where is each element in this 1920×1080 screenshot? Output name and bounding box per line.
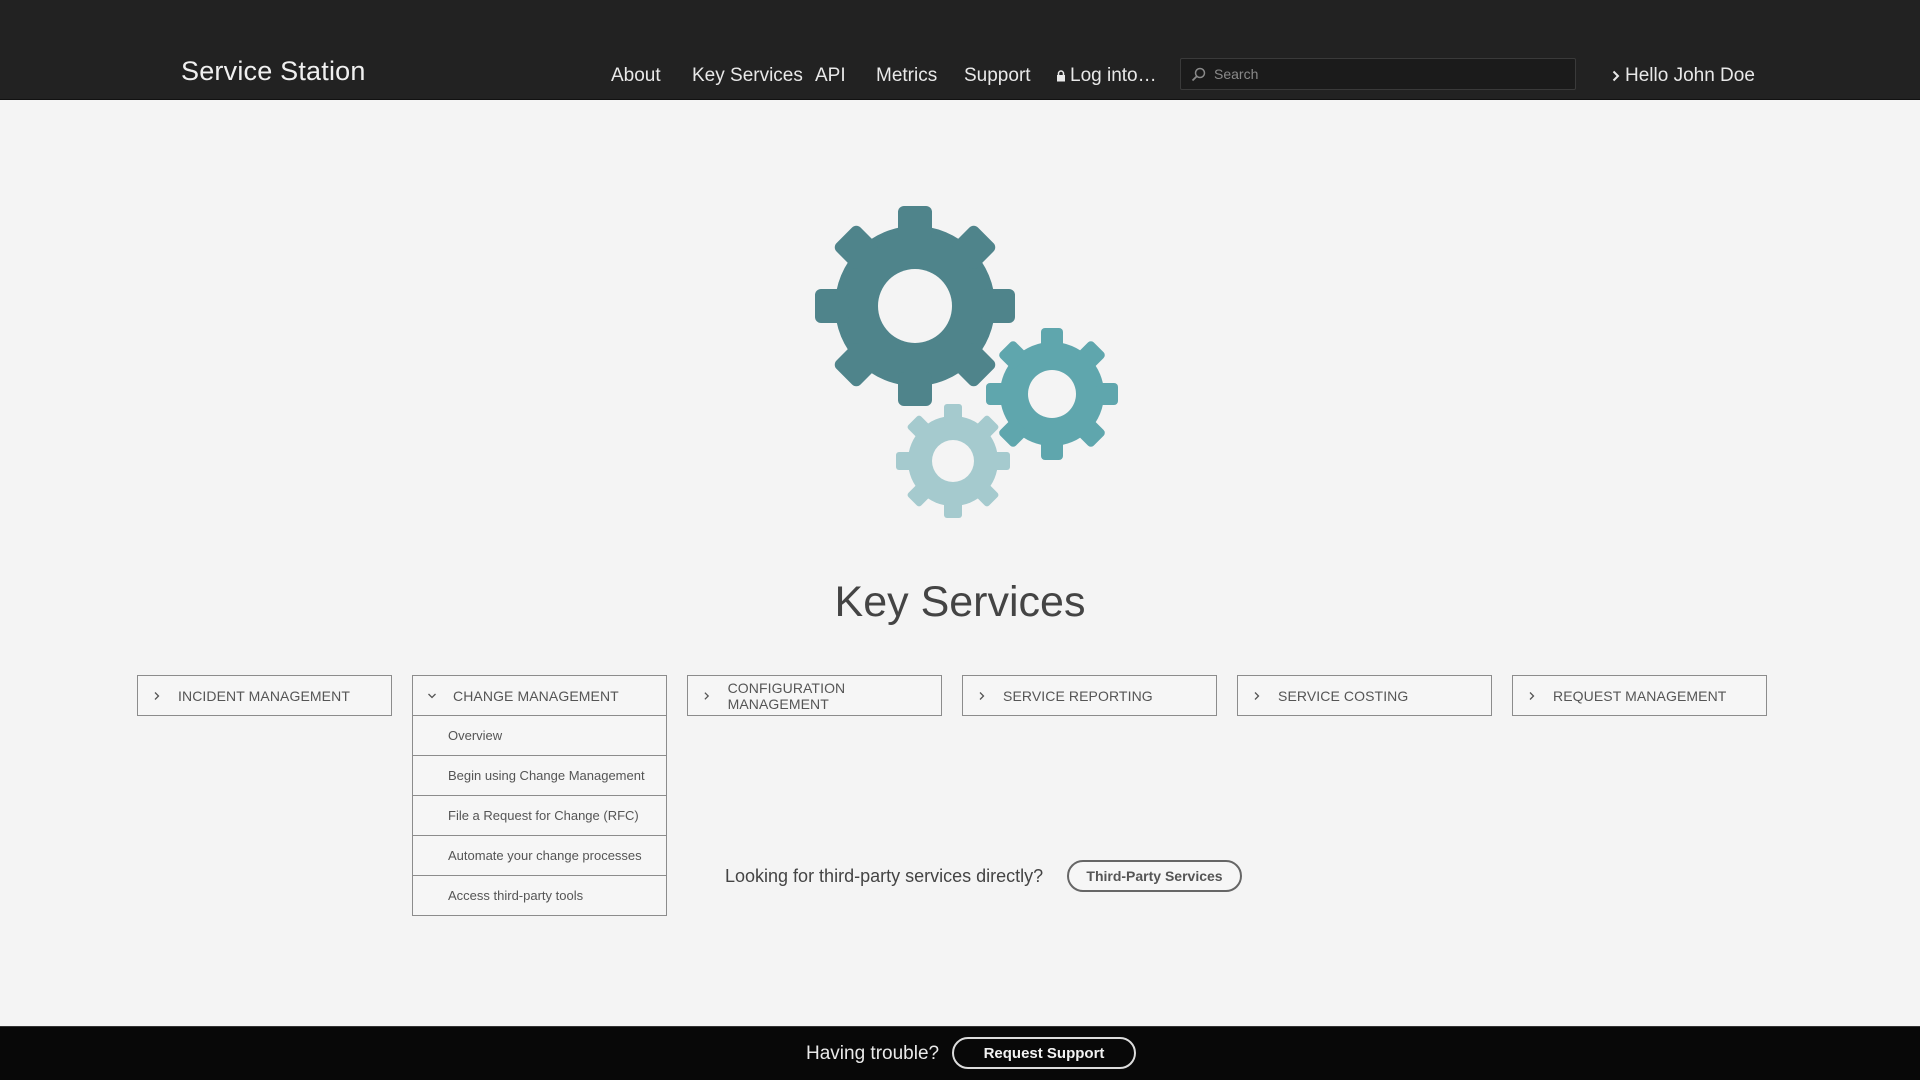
accordion-header[interactable]: INCIDENT MANAGEMENT <box>137 675 392 716</box>
nav-support[interactable]: Support <box>964 65 1031 87</box>
lock-icon <box>1057 70 1065 82</box>
nav-login-label: Log into… <box>1070 65 1157 86</box>
accordion-change-management: CHANGE MANAGEMENT Overview Begin using C… <box>412 675 667 916</box>
large-gear-icon <box>815 206 1015 406</box>
accordion-header[interactable]: CONFIGURATION MANAGEMENT <box>687 675 942 716</box>
accordion-label: SERVICE COSTING <box>1278 687 1409 704</box>
accordion-item-third-party-tools[interactable]: Access third-party tools <box>412 876 667 916</box>
request-support-button[interactable]: Request Support <box>952 1037 1136 1069</box>
search-icon <box>1191 67 1206 81</box>
accordion-label: INCIDENT MANAGEMENT <box>178 687 350 704</box>
user-greeting: Hello John Doe <box>1625 65 1755 86</box>
chevron-right-icon <box>1612 70 1620 82</box>
accordion-service-reporting: SERVICE REPORTING <box>962 675 1217 716</box>
nav-api[interactable]: API <box>815 65 846 87</box>
site-brand[interactable]: Service Station <box>181 56 366 87</box>
page-title: Key Services <box>834 578 1086 626</box>
accordion-item-overview[interactable]: Overview <box>412 716 667 756</box>
search-input[interactable] <box>1214 66 1554 82</box>
user-menu[interactable]: Hello John Doe <box>1612 65 1755 87</box>
accordion-header[interactable]: REQUEST MANAGEMENT <box>1512 675 1767 716</box>
accordion-item-file-rfc[interactable]: File a Request for Change (RFC) <box>412 796 667 836</box>
accordion-header[interactable]: CHANGE MANAGEMENT <box>412 675 667 716</box>
accordion-configuration-management: CONFIGURATION MANAGEMENT <box>687 675 942 716</box>
accordion-label: SERVICE REPORTING <box>1003 687 1153 704</box>
chevron-right-icon <box>1529 691 1535 700</box>
nav-login[interactable]: Log into… <box>1056 65 1157 87</box>
medium-gear-icon <box>986 328 1118 460</box>
accordion-label: REQUEST MANAGEMENT <box>1553 687 1727 704</box>
nav-about[interactable]: About <box>611 65 661 87</box>
top-navigation-bar: Service Station About Key Services API M… <box>0 0 1920 100</box>
accordion-label: CONFIGURATION MANAGEMENT <box>727 679 846 712</box>
chevron-right-icon <box>1254 691 1260 700</box>
accordion-label: CHANGE MANAGEMENT <box>453 687 619 704</box>
chevron-right-icon <box>704 691 710 700</box>
third-party-prompt: Looking for third-party services directl… <box>725 866 1044 886</box>
nav-key-services[interactable]: Key Services <box>692 65 803 87</box>
accordion-header[interactable]: SERVICE REPORTING <box>962 675 1217 716</box>
accordion-incident-management: INCIDENT MANAGEMENT <box>137 675 392 716</box>
accordion-request-management: REQUEST MANAGEMENT <box>1512 675 1767 716</box>
chevron-right-icon <box>154 691 160 700</box>
footer-prompt: Having trouble? <box>806 1043 940 1064</box>
accordion-item-automate[interactable]: Automate your change processes <box>412 836 667 876</box>
footer-bar: Having trouble? Request Support <box>0 1026 1920 1080</box>
nav-metrics[interactable]: Metrics <box>876 65 937 87</box>
accordion-item-begin-using[interactable]: Begin using Change Management <box>412 756 667 796</box>
chevron-down-icon <box>428 693 436 698</box>
accordion-service-costing: SERVICE COSTING <box>1237 675 1492 716</box>
accordion-header[interactable]: SERVICE COSTING <box>1237 675 1492 716</box>
third-party-services-button[interactable]: Third-Party Services <box>1067 860 1242 892</box>
gears-illustration <box>815 206 1118 518</box>
search-box <box>1180 58 1576 90</box>
chevron-right-icon <box>979 691 985 700</box>
small-gear-icon <box>896 404 1010 518</box>
